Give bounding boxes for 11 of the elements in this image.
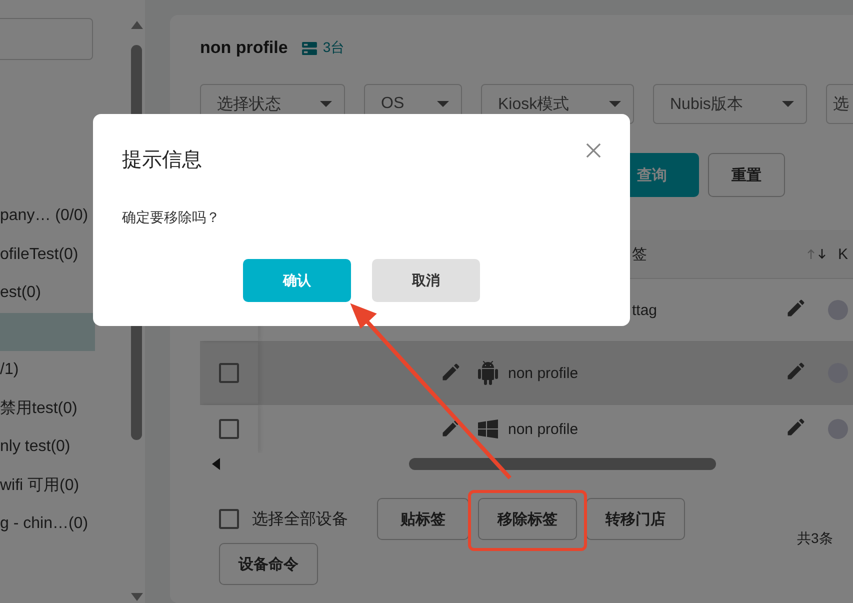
- dialog-title: 提示信息: [122, 148, 202, 173]
- dialog-message: 确定要移除吗？: [122, 209, 221, 227]
- column-header: K: [838, 246, 848, 262]
- device-count: 3台: [322, 39, 345, 57]
- total-count: 共3条: [797, 530, 833, 548]
- column-header: 签: [632, 244, 647, 264]
- page-title: non profile: [200, 38, 288, 58]
- select-all-label: 选择全部设备: [252, 510, 348, 530]
- tag-cell: non profile: [508, 364, 578, 382]
- tag-cell: ttag: [632, 302, 658, 318]
- tag-cell: non profile: [508, 420, 578, 438]
